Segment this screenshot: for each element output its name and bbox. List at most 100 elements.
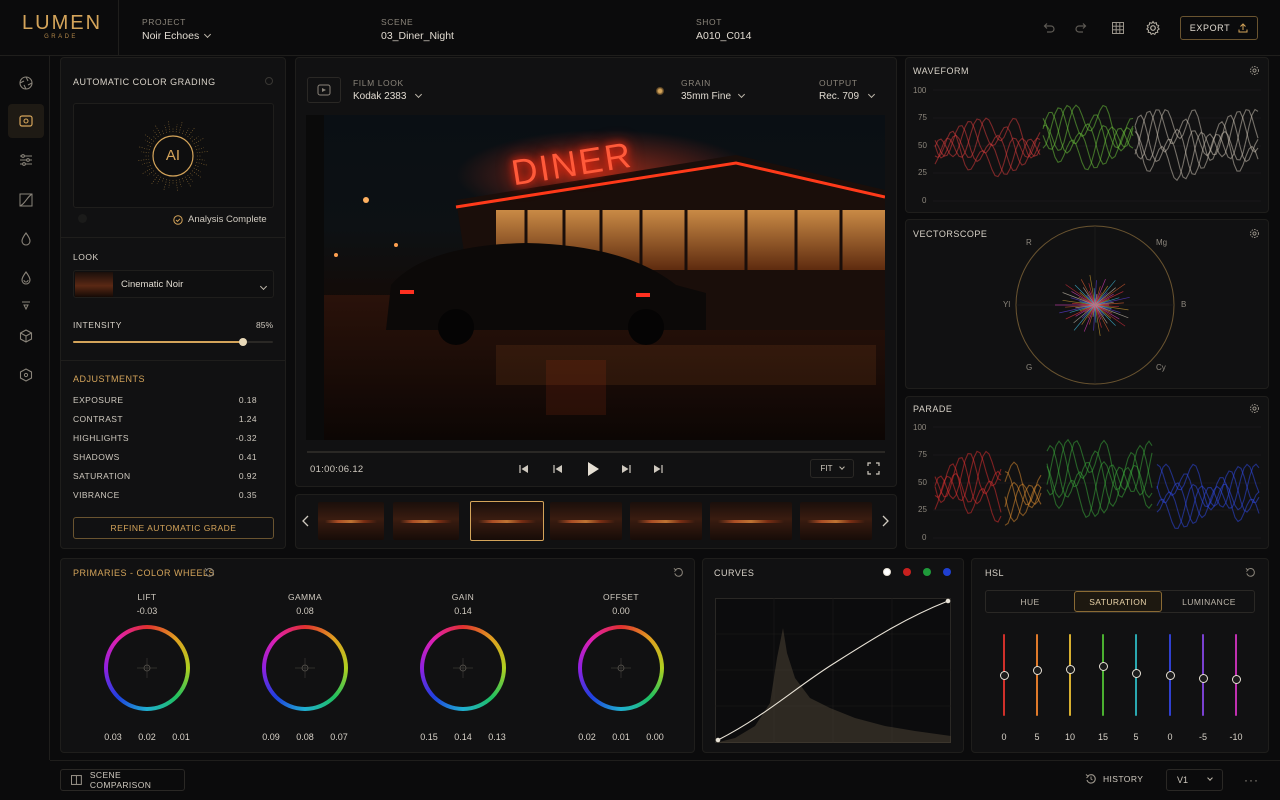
curve-channel-red[interactable]: [903, 568, 911, 576]
wheel-rgb-value[interactable]: 0.02: [575, 732, 599, 742]
tab-saturation[interactable]: SATURATION: [1074, 591, 1162, 612]
clip-thumbnail[interactable]: [710, 502, 792, 540]
viewer-image[interactable]: DINER: [306, 115, 885, 440]
grid-layout-icon[interactable]: [1109, 19, 1127, 37]
fit-selector[interactable]: FIT: [810, 459, 854, 478]
refine-grade-button[interactable]: REFINE AUTOMATIC GRADE: [73, 517, 274, 539]
clip-thumbnail[interactable]: [393, 502, 459, 540]
sidebar-item-adjust[interactable]: [8, 143, 44, 177]
clip-thumbnail[interactable]: [318, 502, 384, 540]
adjustment-row-saturation[interactable]: SATURATION 0.92: [73, 466, 257, 485]
fullscreen-icon[interactable]: [867, 462, 880, 475]
output-selector[interactable]: Rec. 709: [819, 90, 876, 102]
scene-comparison-button[interactable]: SCENE COMPARISON: [60, 769, 185, 791]
sidebar-item-secondary[interactable]: [8, 261, 44, 295]
wheel-rgb-value[interactable]: 0.03: [101, 732, 125, 742]
wheel-value: 0.14: [454, 606, 472, 616]
history-label: HISTORY: [1103, 774, 1144, 784]
grain-selector[interactable]: 35mm Fine: [681, 90, 746, 102]
auto-grade-info-icon[interactable]: [265, 77, 273, 85]
wheel-rgb-value[interactable]: 0.01: [609, 732, 633, 742]
curve-channel-blue[interactable]: [943, 568, 951, 576]
clip-thumbnail[interactable]: [630, 502, 702, 540]
clip-thumbnail[interactable]: [800, 502, 872, 540]
adjustment-row-vibrance[interactable]: VIBRANCE 0.35: [73, 485, 257, 504]
sidebar-item-curves[interactable]: [8, 183, 44, 217]
chevron-left-icon[interactable]: [301, 515, 311, 527]
curve-channel-master[interactable]: [883, 568, 891, 576]
tab-hue[interactable]: HUE: [986, 591, 1074, 612]
adjustments-list: EXPOSURE 0.18 CONTRAST 1.24 HIGHLIGHTS -0.3…: [73, 390, 257, 504]
look-selector[interactable]: Cinematic Noir: [73, 270, 274, 298]
vectorscope-settings-icon[interactable]: [1249, 228, 1260, 239]
wheel-rgb-value[interactable]: 0.13: [485, 732, 509, 742]
tab-luminance[interactable]: LUMINANCE: [1164, 591, 1254, 612]
skip-to-start-icon[interactable]: [518, 463, 530, 475]
scene-comparison-label: SCENE COMPARISON: [89, 770, 152, 790]
waveform-settings-icon[interactable]: [1249, 65, 1260, 76]
wheel-rgb-value[interactable]: 0.01: [169, 732, 193, 742]
wheel-rgb-value[interactable]: 0.14: [451, 732, 475, 742]
step-back-icon[interactable]: [552, 463, 564, 475]
sidebar-item-nodes[interactable]: [8, 319, 44, 353]
hsl-slider-knob[interactable]: [1231, 674, 1241, 684]
color-wheel-lift[interactable]: [104, 625, 190, 711]
hsl-slider-knob[interactable]: [1131, 668, 1141, 678]
wheel-rgb-value[interactable]: 0.09: [259, 732, 283, 742]
look-value: Cinematic Noir: [121, 279, 184, 290]
adjustment-value: 0.92: [238, 470, 257, 481]
color-wheel-gamma[interactable]: [262, 625, 348, 711]
hsl-slider-knob[interactable]: [1198, 673, 1208, 683]
wheel-rgb-value[interactable]: 0.02: [135, 732, 159, 742]
wheel-rgb-value[interactable]: 0.15: [417, 732, 441, 742]
hsl-slider-knob[interactable]: [1165, 670, 1175, 680]
play-icon[interactable]: [586, 461, 600, 477]
waveform-title: WAVEFORM: [913, 66, 969, 76]
clip-thumbnail[interactable]: [550, 502, 622, 540]
sidebar-item-color-active[interactable]: [8, 104, 44, 138]
step-forward-icon[interactable]: [620, 463, 632, 475]
sidebar-item-power-window[interactable]: [8, 296, 44, 316]
color-wheel-gain[interactable]: [420, 625, 506, 711]
adjustment-row-exposure[interactable]: EXPOSURE 0.18: [73, 390, 257, 409]
clip-thumbnail-selected[interactable]: [470, 501, 544, 541]
more-options-icon[interactable]: ···: [1244, 774, 1259, 786]
intensity-slider-knob[interactable]: [239, 338, 247, 346]
adjustment-row-contrast[interactable]: CONTRAST 1.24: [73, 409, 257, 428]
skip-to-end-icon[interactable]: [652, 463, 664, 475]
sidebar-item-3d-lut[interactable]: [8, 358, 44, 392]
hsl-slider-knob[interactable]: [999, 670, 1009, 680]
undo-icon[interactable]: [1040, 19, 1058, 37]
redo-icon[interactable]: [1072, 19, 1090, 37]
wheel-rgb-value[interactable]: 0.07: [327, 732, 351, 742]
curve-channel-green[interactable]: [923, 568, 931, 576]
adjustment-row-shadows[interactable]: SHADOWS 0.41: [73, 447, 257, 466]
wheel-rgb-value[interactable]: 0.00: [643, 732, 667, 742]
hsl-slider-knob[interactable]: [1032, 666, 1042, 676]
export-button[interactable]: EXPORT: [1180, 16, 1258, 40]
playhead-track[interactable]: [307, 451, 885, 453]
app-logo[interactable]: LUMEN GRADE: [22, 12, 100, 40]
chevron-right-icon[interactable]: [880, 515, 890, 527]
wheel-rgb-value[interactable]: 0.08: [293, 732, 317, 742]
hsl-reset-icon[interactable]: [1245, 567, 1256, 578]
sidebar-item-hsl[interactable]: [8, 222, 44, 256]
parade-settings-icon[interactable]: [1249, 403, 1260, 414]
hsl-slider-track[interactable]: [1069, 634, 1071, 716]
viewer-mode-button[interactable]: [307, 77, 341, 103]
hsl-slider-track[interactable]: [1102, 634, 1104, 716]
sidebar-item-media[interactable]: [8, 66, 44, 100]
history-button[interactable]: HISTORY: [1085, 773, 1143, 785]
film-look-selector[interactable]: Kodak 2383: [353, 90, 423, 102]
intensity-slider[interactable]: [73, 338, 273, 346]
project-selector[interactable]: Noir Echoes: [142, 30, 212, 42]
hsl-slider-knob[interactable]: [1098, 662, 1108, 672]
curves-graph[interactable]: [715, 598, 951, 743]
color-wheel-offset[interactable]: [578, 625, 664, 711]
hsl-slider-knob[interactable]: [1065, 664, 1075, 674]
reset-icon[interactable]: [204, 567, 215, 578]
version-selector[interactable]: V1: [1166, 769, 1223, 791]
reset-all-icon[interactable]: [673, 567, 684, 578]
settings-gear-icon[interactable]: [1144, 19, 1162, 37]
adjustment-row-highlights[interactable]: HIGHLIGHTS -0.32: [73, 428, 257, 447]
